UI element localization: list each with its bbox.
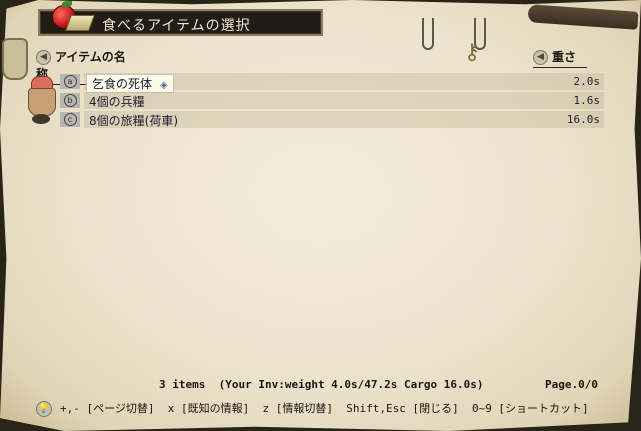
item-row[interactable]: b 4個の兵糧 1.6s <box>60 92 604 109</box>
help-bar: 💡 +,- [ページ切替] x [既知の情報] z [情報切替] Shift,Es… <box>36 400 589 417</box>
apple-leaf <box>62 1 72 7</box>
page-indicator: Page.0/0 <box>545 378 598 391</box>
hook-decoration <box>422 18 434 50</box>
help-text: +,- [ページ切替] x [既知の情報] z [情報切替] Shift,Esc… <box>60 402 589 415</box>
item-bag-icon <box>24 74 58 126</box>
item-row[interactable]: c 8個の旅糧(荷車) 16.0s <box>60 111 604 128</box>
window-title: 食べるアイテムの選択 <box>102 18 251 34</box>
sort-icon: ◀ <box>36 50 51 65</box>
item-name: 乞食の死体 <box>92 77 153 91</box>
item-weight: 16.0s <box>566 113 600 126</box>
keys-icon: ⚷ <box>464 40 481 65</box>
item-key[interactable]: a <box>60 74 80 89</box>
column-header-weight[interactable]: ◀ 重さ <box>533 48 587 68</box>
item-row[interactable]: a 乞食の死体 ◈ 2.0s <box>60 73 604 93</box>
items-summary: 3 items (Your Inv:weight 4.0s/47.2s Carg… <box>159 378 484 391</box>
item-name: 4個の兵糧 <box>89 95 145 109</box>
item-name: 8個の旅糧(荷車) <box>89 114 178 128</box>
item-key[interactable]: c <box>60 112 80 127</box>
lightbulb-icon: 💡 <box>36 401 52 417</box>
diamond-icon: ◈ <box>160 80 168 91</box>
item-weight: 2.0s <box>573 75 601 88</box>
sort-icon: ◀ <box>533 50 548 65</box>
item-key[interactable]: b <box>60 93 80 108</box>
item-weight: 1.6s <box>573 94 601 107</box>
column-header-weight-label: 重さ <box>552 50 577 64</box>
